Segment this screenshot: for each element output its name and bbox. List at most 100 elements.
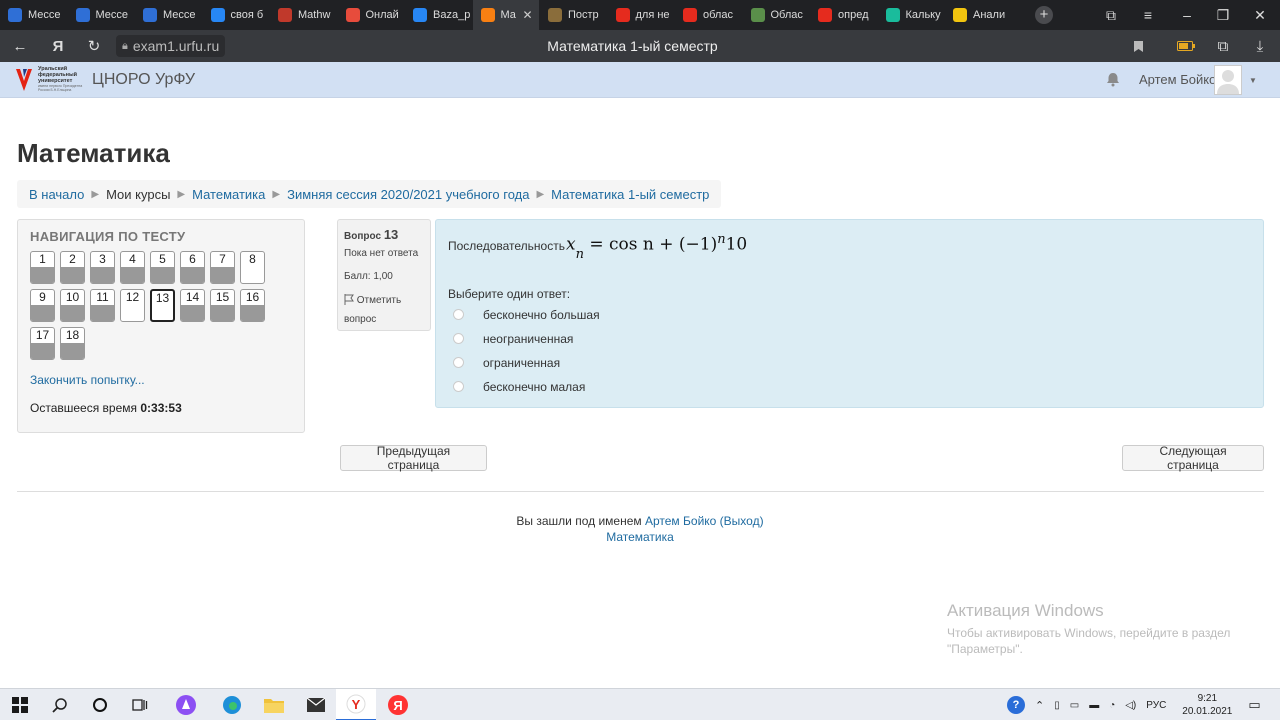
browser-tab[interactable]: Постр	[540, 0, 607, 30]
question-nav-button[interactable]: 17	[30, 327, 55, 360]
close-tab-icon[interactable]: ✕	[522, 8, 532, 22]
yandex-icon[interactable]: Я	[44, 30, 72, 62]
tray-device-icon[interactable]: ▯	[1054, 700, 1060, 711]
collections-icon[interactable]: ⧉	[1209, 30, 1237, 62]
question-nav-button[interactable]: 7	[210, 251, 235, 284]
answer-label[interactable]: неограниченная	[483, 332, 573, 346]
browser-tab[interactable]: опред	[810, 0, 877, 30]
question-nav-button[interactable]: 14	[180, 289, 205, 322]
logged-in-label: Вы зашли под именем	[516, 514, 642, 528]
browser-tab[interactable]: Мессе	[68, 0, 135, 30]
question-nav-button[interactable]: 13	[150, 289, 175, 322]
yandex-browser-taskbar-icon[interactable]: Y	[336, 689, 376, 720]
volume-icon[interactable]: ◁)	[1125, 700, 1136, 711]
menu-icon[interactable]: ≡	[1130, 0, 1166, 30]
language-indicator[interactable]: РУС	[1146, 700, 1166, 711]
answer-label[interactable]: бесконечно большая	[483, 308, 600, 322]
browser-tab[interactable]: облас	[675, 0, 742, 30]
question-nav-button[interactable]: 10	[60, 289, 85, 322]
address-bar: ← Я ↻ 🔒︎ exam1.urfu.ru Математика 1-ый с…	[0, 30, 1280, 62]
browser-tab[interactable]: Мессе	[135, 0, 202, 30]
question-nav-button[interactable]: 8	[240, 251, 265, 284]
mail-icon[interactable]	[296, 689, 336, 720]
alice-icon[interactable]	[166, 689, 206, 720]
notification-center-icon[interactable]: ▭	[1248, 697, 1260, 713]
question-nav-button[interactable]: 1	[30, 251, 55, 284]
minimize-icon[interactable]: –	[1169, 0, 1205, 30]
bookmark-icon[interactable]	[1124, 30, 1152, 62]
question-nav-button[interactable]: 15	[210, 289, 235, 322]
battery-icon[interactable]: ▬	[1089, 700, 1099, 711]
browser-tab[interactable]: Анали	[945, 0, 1012, 30]
reload-icon[interactable]: ↻	[80, 30, 108, 62]
breadcrumb-session[interactable]: Зимняя сессия 2020/2021 учебного года	[287, 187, 529, 202]
breadcrumb-math[interactable]: Математика	[192, 187, 265, 202]
tabs-overview-icon[interactable]: ⧉	[1093, 0, 1129, 30]
question-nav-button[interactable]: 9	[30, 289, 55, 322]
previous-page-button[interactable]: Предыдущая страница	[340, 444, 487, 472]
question-nav-button[interactable]: 11	[90, 289, 115, 322]
user-name[interactable]: Артем Бойко	[1139, 62, 1216, 98]
browser-tab[interactable]: своя б	[203, 0, 270, 30]
question-nav-button[interactable]: 5	[150, 251, 175, 284]
footer-user-link[interactable]: Артем Бойко	[645, 514, 716, 528]
browser-tab[interactable]: Mathw	[270, 0, 337, 30]
user-menu-chevron-down-icon[interactable]: ▼	[1249, 76, 1257, 85]
browser-tab[interactable]: Ма ✕	[472, 0, 539, 30]
quiz-navigation-block: НАВИГАЦИЯ ПО ТЕСТУ 1 2 3 4 5 6 7 8 9 10 11 12 13 14 15…	[17, 219, 305, 433]
tray-chevron-up-icon[interactable]: ⌃	[1035, 699, 1044, 712]
next-page-button[interactable]: Следующая страница	[1122, 444, 1264, 472]
search-icon[interactable]	[40, 689, 80, 720]
file-explorer-icon[interactable]	[254, 689, 294, 720]
url-field[interactable]: 🔒︎ exam1.urfu.ru	[116, 35, 226, 57]
help-icon[interactable]: ?	[1007, 696, 1025, 714]
answer-radio[interactable]	[453, 309, 464, 320]
answer-radio[interactable]	[453, 381, 464, 392]
cortana-icon[interactable]	[80, 689, 120, 720]
network-icon[interactable]: ◔	[1109, 700, 1115, 711]
restore-icon[interactable]: ❐	[1205, 0, 1241, 30]
tray-monitor-icon[interactable]: ▭	[1070, 700, 1079, 711]
windows-start-icon[interactable]	[0, 689, 40, 720]
browser-tab[interactable]: Baza_p	[405, 0, 472, 30]
question-nav-button[interactable]: 12	[120, 289, 145, 322]
question-nav-button[interactable]: 16	[240, 289, 265, 322]
answer-radio[interactable]	[453, 357, 464, 368]
question-nav-button[interactable]: 2	[60, 251, 85, 284]
close-window-icon[interactable]: ✕	[1242, 0, 1278, 30]
clock[interactable]: 9:21 20.01.2021	[1182, 692, 1232, 718]
browser-tab[interactable]: Облас	[743, 0, 810, 30]
answer-label[interactable]: бесконечно малая	[483, 380, 585, 394]
question-nav-number: 1	[39, 252, 46, 266]
new-tab-button[interactable]: +	[1026, 0, 1062, 30]
logout-link[interactable]: (Выход)	[720, 514, 764, 528]
answer-radio[interactable]	[453, 333, 464, 344]
question-nav-button[interactable]: 4	[120, 251, 145, 284]
question-nav-button[interactable]: 18	[60, 327, 85, 360]
urfu-logo[interactable]: Уральский федеральный университет имени …	[14, 65, 84, 95]
breadcrumb-course[interactable]: Математика 1-ый семестр	[551, 187, 709, 202]
answer-label[interactable]: ограниченная	[483, 356, 560, 370]
back-icon[interactable]: ←	[6, 30, 34, 62]
question-nav-number: 17	[35, 328, 50, 342]
browser-tab[interactable]: Кальку	[878, 0, 945, 30]
footer-course-link[interactable]: Математика	[606, 530, 674, 544]
browser-tab[interactable]: Онлай	[338, 0, 405, 30]
breadcrumb-home[interactable]: В начало	[29, 187, 84, 202]
avatar[interactable]	[1214, 65, 1242, 95]
edge-icon[interactable]	[212, 689, 252, 720]
site-name[interactable]: ЦНОРО УрФУ	[92, 62, 195, 98]
question-nav-button[interactable]: 6	[180, 251, 205, 284]
task-view-icon[interactable]	[120, 689, 160, 720]
browser-tab[interactable]: Мессе	[0, 0, 67, 30]
download-icon[interactable]: ⤓	[1246, 30, 1274, 62]
flag-question[interactable]: Отметить вопрос	[344, 292, 424, 328]
answered-indicator	[121, 267, 144, 283]
yandex-taskbar-icon[interactable]: Я	[378, 689, 418, 720]
finish-attempt-link[interactable]: Закончить попытку...	[30, 373, 145, 387]
url-text: exam1.urfu.ru	[132, 38, 220, 54]
browser-tab[interactable]: для не	[608, 0, 675, 30]
battery-saver-icon[interactable]	[1172, 30, 1200, 62]
notifications-bell-icon[interactable]	[1106, 72, 1120, 90]
question-nav-button[interactable]: 3	[90, 251, 115, 284]
